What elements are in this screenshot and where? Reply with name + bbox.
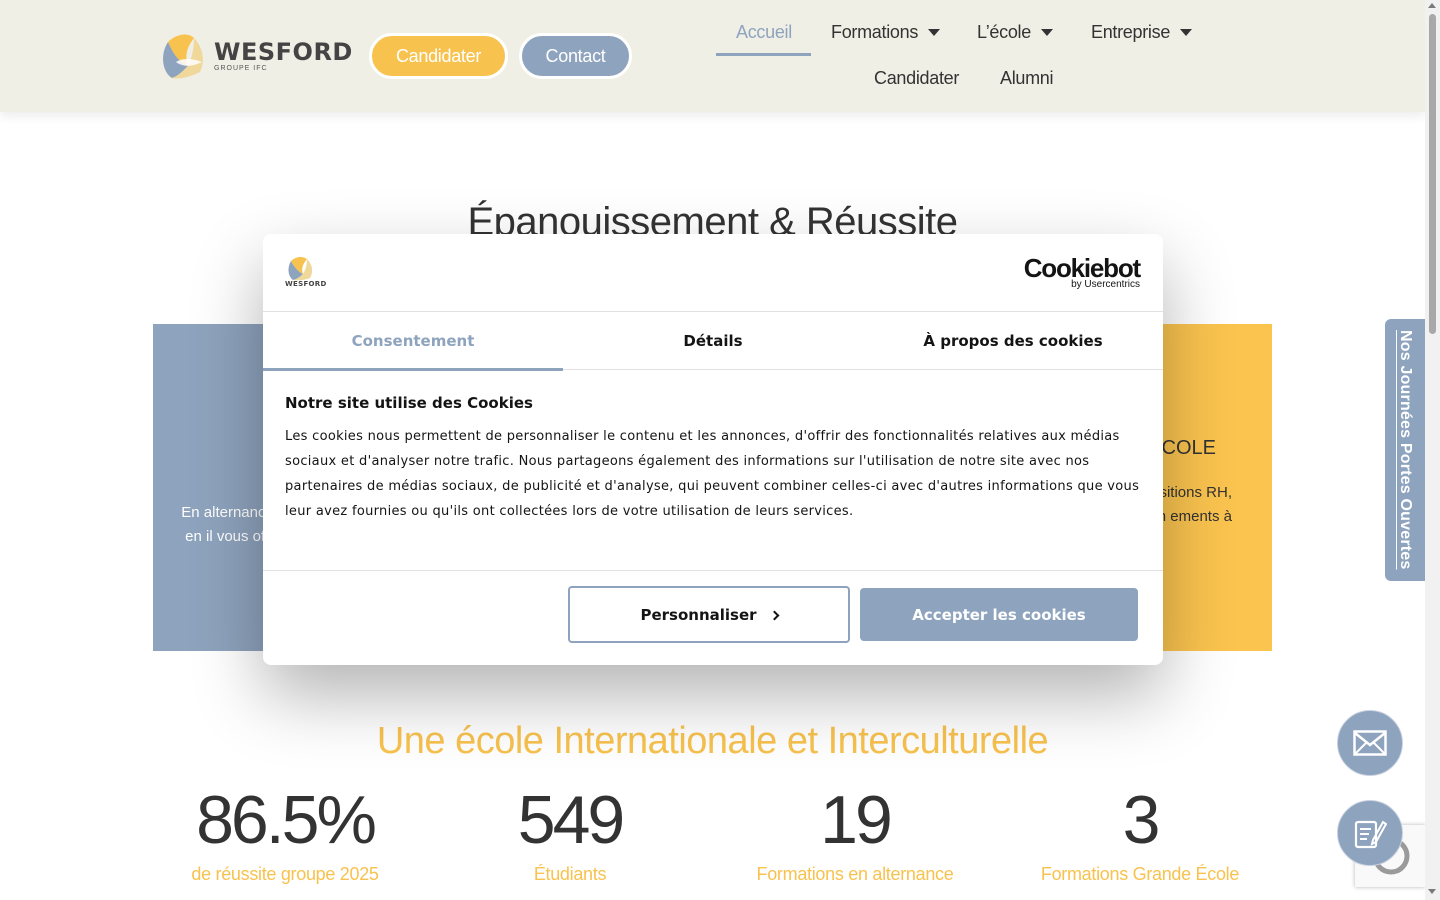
dialog-text: Les cookies nous permettent de personnal… xyxy=(285,429,1140,519)
dialog-tabs: Consentement Détails À propos des cookie… xyxy=(263,312,1163,371)
cookie-consent-dialog: WESFORD Cookiebot by Usercentrics Consen… xyxy=(263,234,1163,665)
accept-cookies-button[interactable]: Accepter les cookies xyxy=(860,588,1138,641)
tab-consentement[interactable]: Consentement xyxy=(263,312,563,371)
scroll-thumb[interactable] xyxy=(1429,14,1436,334)
tab-a-propos[interactable]: À propos des cookies xyxy=(863,312,1163,370)
page-scrollbar[interactable] xyxy=(1425,0,1440,900)
dialog-logo-text: WESFORD xyxy=(285,280,327,288)
dialog-footer: Personnaliser Accepter les cookies xyxy=(263,570,1163,665)
tab-details[interactable]: Détails xyxy=(563,312,863,370)
chevron-right-icon xyxy=(769,610,779,621)
cookiebot-name: Cookiebot xyxy=(1023,253,1142,283)
dialog-body: Notre site utilise des Cookies Les cooki… xyxy=(285,394,1145,524)
customize-button[interactable]: Personnaliser xyxy=(568,586,850,643)
scroll-up-arrow-icon[interactable] xyxy=(1428,3,1436,8)
cookiebot-brand[interactable]: Cookiebot by Usercentrics xyxy=(1023,253,1142,290)
dialog-header: WESFORD Cookiebot by Usercentrics xyxy=(263,234,1163,312)
dialog-title: Notre site utilise des Cookies xyxy=(285,394,533,412)
customize-button-label: Personnaliser xyxy=(640,605,757,624)
scroll-down-arrow-icon[interactable] xyxy=(1428,889,1436,894)
